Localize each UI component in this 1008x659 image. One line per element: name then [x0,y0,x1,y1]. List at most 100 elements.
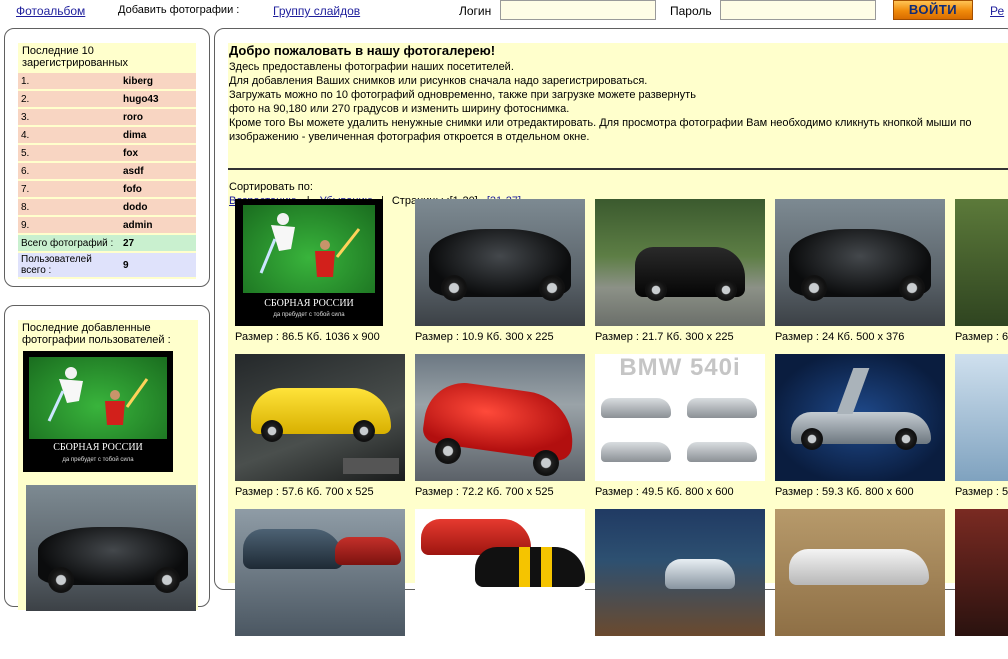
car-wheel [154,567,180,593]
user-name[interactable]: dima [120,126,196,145]
login-button[interactable]: ВОЙТИ [893,0,973,20]
gallery-item: Размер : 53 [949,354,1008,504]
gallery-item [229,509,409,659]
users-table: 1. kiberg 2. hugo43 3. roro 4. dima 5. fox 6.… [18,73,196,279]
gallery-item: СБОРНАЯ РОССИИ да пребудет с тобой сила … [229,199,409,349]
user-number: 9. [18,216,120,235]
car-wheel [353,420,375,442]
gallery-thumb[interactable] [235,354,405,481]
login-label: Логин [459,4,492,18]
welcome-title: Добро пожаловать в нашу фотогалерею! [229,43,496,58]
car-wheel [48,567,74,593]
gallery-item [589,509,769,659]
gallery-thumb[interactable] [595,199,765,326]
car-wheel [801,428,823,450]
welcome-line: фото на 90,180 или 270 градусов и измени… [229,103,570,115]
welcome-line: Загружать можно по 10 фотографий одновре… [229,89,696,101]
gallery-thumb[interactable] [775,509,945,636]
user-name[interactable]: dodo [120,198,196,217]
poster-subcaption: да пребудет с тобой сила [273,312,345,318]
gallery-thumb[interactable] [775,199,945,326]
car-body [789,549,929,585]
gallery-panel: Добро пожаловать в нашу фотогалерею! Зде… [214,28,1008,636]
car-wheel [539,275,565,301]
photo-size-caption: Размер : 59.3 Кб. 800 x 600 [775,486,914,498]
recent-photo-2[interactable] [26,485,196,611]
gallery-thumb[interactable] [955,509,1008,636]
car-body [687,398,757,418]
gallery-item: BMW 540i Размер : 49.5 Кб. 800 x 600 [589,354,769,504]
gallery-thumb[interactable]: BMW 540i [595,354,765,481]
gallery-thumb[interactable] [415,199,585,326]
photo-size-caption: Размер : 57.6 Кб. 700 x 525 [235,486,374,498]
table-row: 7. fofo [18,180,196,199]
total-photos-row: Всего фотографий :27 [18,234,196,253]
car-wheel [645,279,667,301]
recent-photos-panel: Последние добавленные фотографии пользов… [4,305,210,611]
user-name[interactable]: admin [120,216,196,235]
car-wheel [895,428,917,450]
car-wheel [533,450,559,476]
gallery-thumb[interactable] [235,509,405,636]
photo-size-caption: Размер : 10.9 Кб. 300 x 225 [415,331,554,343]
recent-photos-title: Последние добавленные фотографии пользов… [22,322,171,346]
recent-users-panel: Последние 10 зарегистрированных 1. kiberg… [4,28,210,287]
user-name[interactable]: hugo43 [120,90,196,109]
recent-users-title: Последние 10 зарегистрированных [22,45,128,69]
total-users-label: Пользователей всего : [18,252,120,279]
user-number: 7. [18,180,120,199]
total-photos-value: 27 [120,234,196,253]
table-row: 8. dodo [18,198,196,217]
poster-caption: СБОРНАЯ РОССИИ [264,298,354,309]
gallery-thumb[interactable] [955,354,1008,481]
photo-size-caption: Размер : 72.2 Кб. 700 x 525 [415,486,554,498]
sort-label: Сортировать по: [229,181,313,193]
total-photos-label: Всего фотографий : [18,234,120,253]
photoalbum-link[interactable]: Фотоальбом [16,4,85,18]
total-users-value: 9 [120,252,196,279]
recent-users-box: Последние 10 зарегистрированных 1. kiberg… [18,43,196,279]
gallery-thumb[interactable] [775,354,945,481]
gallery-thumb[interactable] [415,509,585,636]
car-wheel [441,275,467,301]
table-row: 6. asdf [18,162,196,181]
user-name[interactable]: fofo [120,180,196,199]
user-number: 2. [18,90,120,109]
top-bar: Фотоальбом Добавить фотографии : Группу … [0,0,1008,24]
slide-group-link[interactable]: Группу слайдов [273,4,360,18]
car-body [665,559,735,589]
gallery-item [769,509,949,659]
user-name[interactable]: roro [120,108,196,127]
user-name[interactable]: kiberg [120,73,196,91]
gallery-item [949,509,1008,659]
gallery-thumb[interactable] [415,354,585,481]
car-wheel [899,275,925,301]
gallery-item: Размер : 72.2 Кб. 700 x 525 [409,354,589,504]
user-number: 3. [18,108,120,127]
gallery-thumb[interactable]: СБОРНАЯ РОССИИ да пребудет с тобой сила [235,199,383,326]
register-link[interactable]: Ре [990,4,1004,18]
bmw-title: BMW 540i [619,354,741,381]
password-input[interactable] [720,0,876,20]
user-name[interactable]: asdf [120,162,196,181]
recent-photo-1[interactable]: СБОРНАЯ РОССИИ да пребудет с тобой сила [23,351,173,472]
login-input[interactable] [500,0,656,20]
user-number: 5. [18,144,120,163]
user-name[interactable]: fox [120,144,196,163]
poster-subcaption: да пребудет с тобой сила [62,457,134,463]
gallery-thumb[interactable] [595,509,765,636]
table-row: 5. fox [18,144,196,163]
footballer-figures [47,367,149,425]
welcome-line: Кроме того Вы можете удалить ненужные сн… [229,117,972,129]
car-body [687,442,757,462]
gallery-thumb[interactable] [955,199,1008,326]
photo-size-caption: Размер : 86.5 Кб. 1036 x 900 [235,331,380,343]
table-row: 9. admin [18,216,196,235]
car-wheel [801,275,827,301]
table-row: 4. dima [18,126,196,145]
car-body [243,529,343,569]
divider [228,168,1008,170]
table-row: 2. hugo43 [18,90,196,109]
gallery-item [409,509,589,659]
car-wheel [715,279,737,301]
